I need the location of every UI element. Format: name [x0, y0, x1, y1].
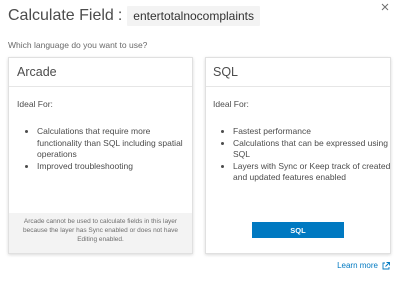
language-question: Which language do you want to use?	[8, 40, 148, 50]
sql-card-title: SQL	[213, 65, 239, 79]
sql-card: SQL Ideal For: Fastest performance Calcu…	[205, 57, 391, 254]
sql-ideal-label: Ideal For:	[213, 99, 249, 109]
learn-more-link[interactable]: Learn more	[337, 261, 390, 270]
field-name-badge: entertotalnocomplaints	[127, 6, 261, 26]
external-link-icon	[382, 261, 390, 269]
arcade-card-title: Arcade	[17, 65, 57, 79]
list-item: Improved troubleshooting	[37, 161, 187, 173]
arcade-ideal-label: Ideal For:	[17, 99, 53, 109]
list-item: Calculations that require more functiona…	[37, 126, 187, 161]
dialog-title: Calculate Field	[8, 7, 114, 24]
list-item: Layers with Sync or Keep track of create…	[233, 161, 395, 184]
sql-button[interactable]: SQL	[252, 222, 344, 238]
arcade-card: Arcade Ideal For: Calculations that requ…	[8, 57, 193, 254]
arcade-warning-message: Arcade cannot be used to calculate field…	[9, 213, 192, 253]
arcade-bullet-list: Calculations that require more functiona…	[17, 126, 187, 172]
title-colon: :	[117, 7, 123, 24]
card-divider	[9, 86, 192, 87]
list-item: Fastest performance	[233, 126, 395, 138]
learn-more-label: Learn more	[337, 261, 378, 270]
list-item: Calculations that can be expressed using…	[233, 138, 395, 161]
card-divider	[206, 86, 390, 87]
close-icon[interactable]	[379, 2, 391, 14]
sql-bullet-list: Fastest performance Calculations that ca…	[213, 126, 395, 184]
dialog-header: Calculate Field : entertotalnocomplaints	[8, 6, 261, 26]
